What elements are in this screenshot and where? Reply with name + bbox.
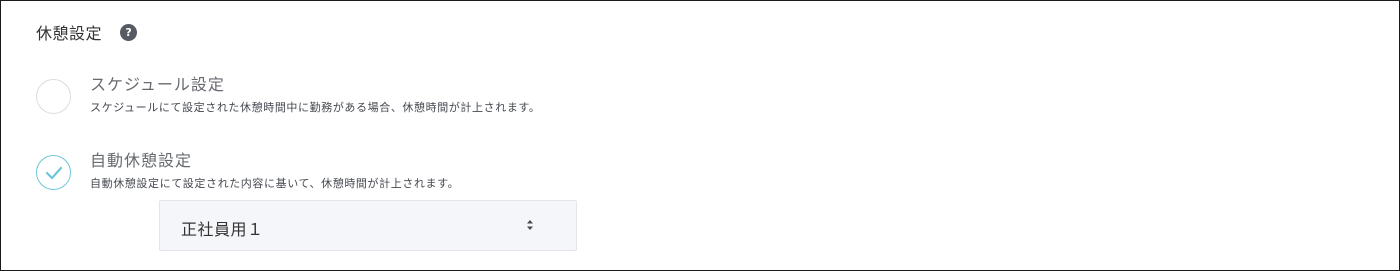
break-settings-panel: 休憩設定 ? スケジュール設定 スケジュールにて設定された休憩時間中に勤務がある…	[0, 0, 1400, 271]
section-header: 休憩設定 ?	[36, 21, 138, 43]
radio-auto-break-setting[interactable]	[36, 155, 71, 190]
help-icon[interactable]: ?	[120, 23, 138, 41]
option-auto-break-label: 自動休憩設定	[90, 151, 193, 170]
option-schedule-description: スケジュールにて設定された休憩時間中に勤務がある場合、休憩時間が計上されます。	[90, 101, 541, 114]
sort-arrows-icon	[527, 220, 533, 230]
select-value: 正社員用１	[181, 220, 264, 239]
break-pattern-select[interactable]: 正社員用１	[159, 200, 577, 251]
option-auto-break-description: 自動休憩設定にて設定された内容に基いて、休憩時間が計上されます。	[90, 177, 460, 190]
radio-schedule-setting[interactable]	[36, 79, 71, 114]
section-title: 休憩設定	[36, 24, 103, 43]
option-schedule-label: スケジュール設定	[90, 75, 225, 94]
checkmark-icon	[45, 166, 63, 180]
